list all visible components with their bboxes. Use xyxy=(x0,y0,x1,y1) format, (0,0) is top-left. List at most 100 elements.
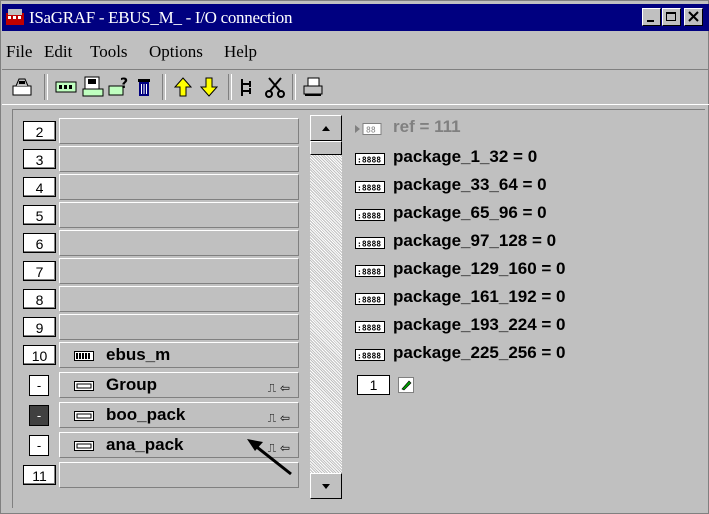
slot-number[interactable]: 2 xyxy=(23,121,56,141)
slot-row[interactable]: 7 xyxy=(23,258,299,286)
scroll-thumb[interactable] xyxy=(310,141,342,155)
close-icon xyxy=(688,11,699,22)
pointer-arrow-annotation xyxy=(247,439,292,476)
variable-item[interactable]: :8888 package_161_192 = 0 xyxy=(347,286,687,312)
integer-variable-icon: :8888 xyxy=(355,293,385,305)
package-icon xyxy=(74,381,94,391)
svg-text::8888: :8888 xyxy=(357,296,381,305)
minimize-button[interactable] xyxy=(642,8,661,26)
variable-item[interactable]: :8888 package_225_256 = 0 xyxy=(347,342,687,368)
menu-file[interactable]: File xyxy=(6,42,32,62)
slot-cell[interactable]: ebus_m xyxy=(59,342,299,368)
channel-index[interactable]: 1 xyxy=(357,375,390,395)
slot-cell[interactable] xyxy=(59,146,299,172)
integer-variable-icon: :8888 xyxy=(355,321,385,333)
menu-edit[interactable]: Edit xyxy=(44,42,72,62)
window-title: ISaGRAF - EBUS_M_ - I/O connection xyxy=(29,8,293,27)
slot-number[interactable]: 10 xyxy=(23,345,56,365)
triangle-down-icon xyxy=(322,484,330,489)
maximize-icon xyxy=(666,12,676,21)
slot-number[interactable]: 11 xyxy=(23,465,56,485)
slot-number[interactable]: 5 xyxy=(23,205,56,225)
slot-cell[interactable]: Group ⎍ ⇦ xyxy=(59,372,299,398)
arrow-up-icon[interactable] xyxy=(172,76,194,98)
arrow-down-icon[interactable] xyxy=(198,76,220,98)
slot-number[interactable]: 9 xyxy=(23,317,56,337)
board-icon[interactable] xyxy=(55,76,77,98)
pulse-arrow-icon: ⎍ ⇦ xyxy=(267,381,290,395)
variable-item[interactable]: :8888 package_65_96 = 0 xyxy=(347,202,687,228)
svg-text::8888: :8888 xyxy=(357,352,381,361)
subslot-toggle[interactable]: - xyxy=(29,405,49,426)
slot-number[interactable]: 4 xyxy=(23,177,56,197)
variable-text: package_129_160 = 0 xyxy=(393,259,566,278)
svg-text:88: 88 xyxy=(366,126,376,135)
tree-icon[interactable] xyxy=(238,76,260,98)
subslot-row-group[interactable]: - Group ⎍ ⇦ xyxy=(23,372,299,400)
slot-cell[interactable] xyxy=(59,286,299,312)
package-icon xyxy=(74,411,94,421)
maximize-button[interactable] xyxy=(662,8,681,26)
cut-icon[interactable] xyxy=(264,76,286,98)
variable-text: package_1_32 = 0 xyxy=(393,147,538,166)
variable-item[interactable]: :8888 package_97_128 = 0 xyxy=(347,230,687,256)
variable-text: package_193_224 = 0 xyxy=(393,315,566,334)
variable-text: package_225_256 = 0 xyxy=(393,343,566,362)
slot-row[interactable]: 8 xyxy=(23,286,299,314)
scroll-track[interactable] xyxy=(310,141,342,473)
menu-tools[interactable]: Tools xyxy=(90,42,128,62)
menu-help[interactable]: Help xyxy=(224,42,257,62)
edit-pencil-icon[interactable] xyxy=(398,377,414,393)
variable-text: package_97_128 = 0 xyxy=(393,231,557,250)
pulse-arrow-icon: ⎍ ⇦ xyxy=(267,411,290,425)
slot-cell[interactable] xyxy=(59,202,299,228)
slot-row-ebus-m[interactable]: 10 ebus_m xyxy=(23,342,299,370)
slot-cell[interactable] xyxy=(59,258,299,284)
menu-options[interactable]: Options xyxy=(149,42,203,62)
disk-board-icon[interactable] xyxy=(82,76,104,98)
slot-cell[interactable] xyxy=(59,230,299,256)
package-icon xyxy=(74,441,94,451)
integer-variable-icon: :8888 xyxy=(355,237,385,249)
variable-item[interactable]: :8888 package_1_32 = 0 xyxy=(347,146,687,172)
slot-row[interactable]: 4 xyxy=(23,174,299,202)
slot-number[interactable]: 7 xyxy=(23,261,56,281)
slot-number[interactable]: 3 xyxy=(23,149,56,169)
slot-cell[interactable] xyxy=(59,314,299,340)
subslot-row-boo-pack[interactable]: - boo_pack ⎍ ⇦ xyxy=(23,402,299,430)
slot-number[interactable]: 8 xyxy=(23,289,56,309)
delete-icon[interactable] xyxy=(133,76,155,98)
slot-row[interactable]: 6 xyxy=(23,230,299,258)
isagraf-app-icon xyxy=(6,9,24,25)
subslot-toggle[interactable]: - xyxy=(29,435,49,456)
board-help-icon[interactable]: ? xyxy=(108,76,130,98)
slot-row[interactable]: 9 xyxy=(23,314,299,342)
svg-text::8888: :8888 xyxy=(357,240,381,249)
open-board-icon[interactable] xyxy=(11,76,33,98)
slot-cell[interactable] xyxy=(59,118,299,144)
svg-text::8888: :8888 xyxy=(357,184,381,193)
channel-row[interactable]: 1 xyxy=(347,372,687,398)
slot-number[interactable]: 6 xyxy=(23,233,56,253)
variable-item[interactable]: 88 ref = 111 xyxy=(347,116,687,142)
variable-item[interactable]: :8888 package_33_64 = 0 xyxy=(347,174,687,200)
print-icon[interactable] xyxy=(302,76,324,98)
slot-scrollbar[interactable] xyxy=(310,115,342,499)
slot-row[interactable]: 5 xyxy=(23,202,299,230)
scroll-down-button[interactable] xyxy=(310,473,342,499)
variable-item[interactable]: :8888 package_193_224 = 0 xyxy=(347,314,687,340)
subslot-toggle[interactable]: - xyxy=(29,375,49,396)
title-bar[interactable]: ISaGRAF - EBUS_M_ - I/O connection xyxy=(2,4,709,31)
variable-text: ref = 111 xyxy=(393,117,461,136)
svg-text::8888: :8888 xyxy=(357,324,381,333)
scroll-up-button[interactable] xyxy=(310,115,342,141)
slot-row[interactable]: 2 xyxy=(23,118,299,146)
slot-row[interactable]: 3 xyxy=(23,146,299,174)
close-button[interactable] xyxy=(684,8,703,26)
slot-cell[interactable] xyxy=(59,174,299,200)
io-connection-panel: 2 3 4 5 6 7 8 9 10 ebus_m - Group ⎍ ⇦ - … xyxy=(12,109,705,508)
variable-item[interactable]: :8888 package_129_160 = 0 xyxy=(347,258,687,284)
minimize-icon xyxy=(647,20,654,22)
slot-cell[interactable]: boo_pack ⎍ ⇦ xyxy=(59,402,299,428)
integer-variable-icon: :8888 xyxy=(355,265,385,277)
